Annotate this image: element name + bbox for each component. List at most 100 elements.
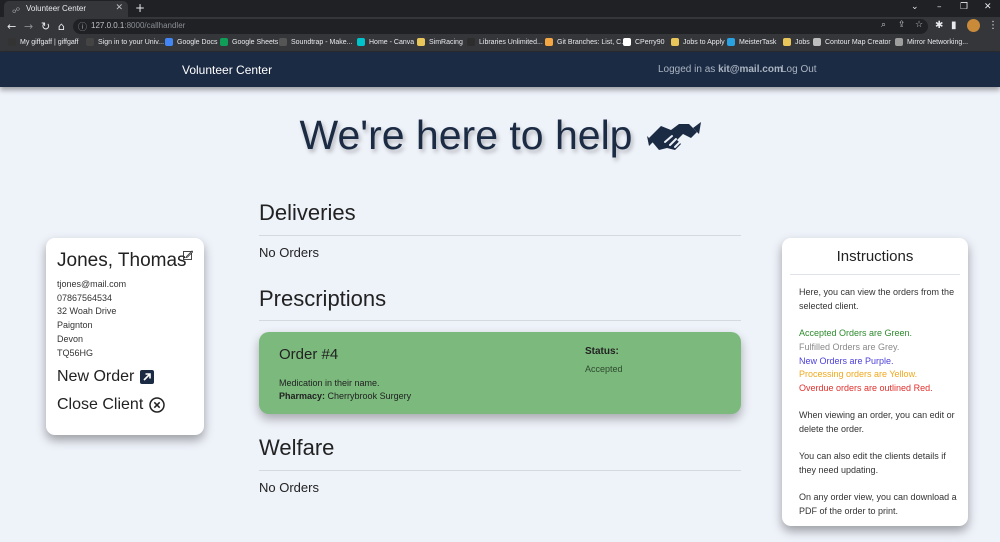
- reload-icon[interactable]: ↻: [41, 20, 50, 33]
- new-tab-button[interactable]: +: [135, 1, 145, 15]
- prescriptions-divider: [259, 320, 741, 321]
- welfare-heading: Welfare: [259, 435, 335, 460]
- logged-in-status: Logged in as kit@mail.com: [658, 64, 783, 75]
- order-card[interactable]: Order #4 Medication in their name. Pharm…: [259, 332, 741, 414]
- bookmark-item[interactable]: CPerry90: [623, 38, 665, 46]
- bookmark-item[interactable]: Libraries Unlimited...: [467, 38, 543, 46]
- github-icon: [623, 38, 631, 46]
- bookmark-item[interactable]: MeisterTask: [727, 38, 776, 46]
- bookmark-item[interactable]: Sign in to your Univ...: [86, 38, 164, 46]
- back-icon[interactable]: ←: [7, 20, 16, 33]
- mirror-icon: [895, 38, 903, 46]
- client-details: tjones@mail.com 07867564534 32 Woah Driv…: [57, 278, 126, 360]
- instructions-client-note: You can also edit the clients details if…: [799, 451, 946, 476]
- welfare-empty: No Orders: [259, 480, 319, 495]
- edit-icon[interactable]: [183, 250, 193, 260]
- bookmark-item[interactable]: Mirror Networking...: [895, 38, 968, 46]
- status-label: Status:: [585, 346, 619, 357]
- bookmark-label: Jobs to Apply: [683, 38, 725, 46]
- close-client-label: Close Client: [57, 396, 144, 413]
- maximize-button[interactable]: ❐: [960, 2, 968, 12]
- new-order-button[interactable]: New Order: [57, 368, 155, 386]
- zoom-icon[interactable]: ⌕: [881, 20, 886, 30]
- deliveries-heading: Deliveries: [259, 200, 356, 225]
- instructions-title: Instructions: [836, 248, 914, 265]
- minimize-button[interactable]: –: [937, 2, 942, 12]
- instructions-pdf-note: On any order view, you can download a PD…: [799, 492, 957, 517]
- close-window-button[interactable]: ✕: [984, 2, 992, 12]
- close-client-button[interactable]: Close Client: [57, 396, 166, 414]
- welfare-divider: [259, 470, 741, 471]
- instructions-intro: Here, you can view the orders from the s…: [799, 287, 955, 311]
- tab-close-icon[interactable]: ✕: [115, 3, 123, 13]
- home-icon[interactable]: ⌂: [58, 20, 65, 33]
- browser-tab[interactable]: ☍ Volunteer Center ✕: [4, 1, 128, 17]
- bookmark-item[interactable]: My giffgaff | giffgaff: [8, 38, 79, 46]
- tab-favicon-icon: ☍: [12, 6, 21, 15]
- instructions-card: Instructions Here, you can view the orde…: [782, 238, 968, 526]
- brand-link[interactable]: Volunteer Center: [182, 63, 272, 77]
- extensions-icon[interactable]: ✱: [935, 20, 943, 31]
- close-circle-icon: [149, 397, 166, 413]
- client-postcode: TQ56HG: [57, 347, 94, 358]
- bookmark-label: MeisterTask: [739, 38, 777, 46]
- soundtrap-icon: [279, 38, 287, 46]
- menu-icon[interactable]: ⋮: [988, 20, 998, 31]
- canva-icon: [357, 38, 365, 46]
- client-name: Jones, Thomas: [57, 250, 187, 271]
- bookmark-label: SimRacing: [429, 38, 463, 46]
- prescriptions-heading: Prescriptions: [259, 286, 387, 311]
- bookmark-label: Google Sheets: [232, 38, 279, 46]
- legend-line: New Orders are Purple.: [799, 355, 894, 366]
- bookmark-label: My giffgaff | giffgaff: [20, 38, 79, 46]
- bookmark-item[interactable]: Home - Canva: [357, 38, 414, 46]
- profile-avatar[interactable]: [967, 19, 980, 32]
- university-icon: [86, 38, 94, 46]
- bookmark-label: Contour Map Creator: [825, 38, 891, 46]
- instructions-body: Here, you can view the orders from the s…: [799, 286, 959, 519]
- browser-toolbar: ← → ↻ ⌂ ⓘ 127.0.0.1:8000/callhandler ⌕ ⇪…: [0, 17, 1000, 36]
- bookmark-item[interactable]: Google Sheets: [220, 38, 278, 46]
- order-description: Medication in their name.: [279, 378, 380, 388]
- deliveries-empty: No Orders: [259, 245, 319, 260]
- bookmark-item[interactable]: Google Docs: [165, 38, 217, 46]
- bookmark-item[interactable]: SimRacing: [417, 38, 463, 46]
- bookmark-label: CPerry90: [635, 38, 665, 46]
- library-icon: [467, 38, 475, 46]
- bookmark-label: Mirror Networking...: [907, 38, 969, 46]
- hero: We're here to help: [0, 112, 1000, 159]
- instructions-divider: [790, 274, 960, 275]
- bookmark-item[interactable]: Soundtrap - Make...: [279, 38, 352, 46]
- bookmark-item[interactable]: Jobs to Apply: [671, 38, 725, 46]
- docs-icon: [165, 38, 173, 46]
- meistertask-icon: [727, 38, 735, 46]
- bookmark-item[interactable]: Git Branches: List, C...: [545, 38, 627, 46]
- address-bar[interactable]: ⓘ 127.0.0.1:8000/callhandler ⌕ ⇪ ☆: [73, 19, 928, 34]
- site-info-icon[interactable]: ⓘ: [78, 20, 87, 33]
- tab-title: Volunteer Center: [26, 4, 87, 13]
- folder-icon: [671, 38, 679, 46]
- bookmark-label: Soundtrap - Make...: [291, 38, 353, 46]
- bookmark-item[interactable]: Jobs: [783, 38, 810, 46]
- browser-tab-bar: ☍ Volunteer Center ✕ + ⌄ – ❐ ✕: [0, 0, 1000, 17]
- deliveries-divider: [259, 235, 741, 236]
- legend-line: Fulfilled Orders are Grey.: [799, 341, 900, 352]
- instructions-edit-note: When viewing an order, you can edit or d…: [799, 410, 955, 434]
- tab-search-icon[interactable]: ⌄: [911, 2, 919, 12]
- status-color-legend: Accepted Orders are Green. Fulfilled Orde…: [799, 327, 959, 396]
- giffgaff-icon: [8, 38, 16, 46]
- forward-icon[interactable]: →: [24, 20, 33, 33]
- share-icon[interactable]: ⇪: [898, 20, 906, 30]
- logout-link[interactable]: Log Out: [781, 64, 817, 75]
- bookmark-star-icon[interactable]: ☆: [915, 20, 923, 30]
- bookmark-item[interactable]: Contour Map Creator: [813, 38, 891, 46]
- address-url: 127.0.0.1:8000/callhandler: [91, 21, 186, 30]
- side-panel-icon[interactable]: ▮: [951, 20, 957, 31]
- sheets-icon: [220, 38, 228, 46]
- bookmark-label: Sign in to your Univ...: [98, 38, 165, 46]
- folder-icon: [417, 38, 425, 46]
- order-pharmacy: Pharmacy: Cherrybrook Surgery: [279, 391, 412, 401]
- bookmark-label: Home - Canva: [369, 38, 415, 46]
- arrow-up-right-square-icon: [140, 370, 155, 384]
- bookmarks-bar: My giffgaff | giffgaff Sign in to your Un…: [0, 36, 1000, 52]
